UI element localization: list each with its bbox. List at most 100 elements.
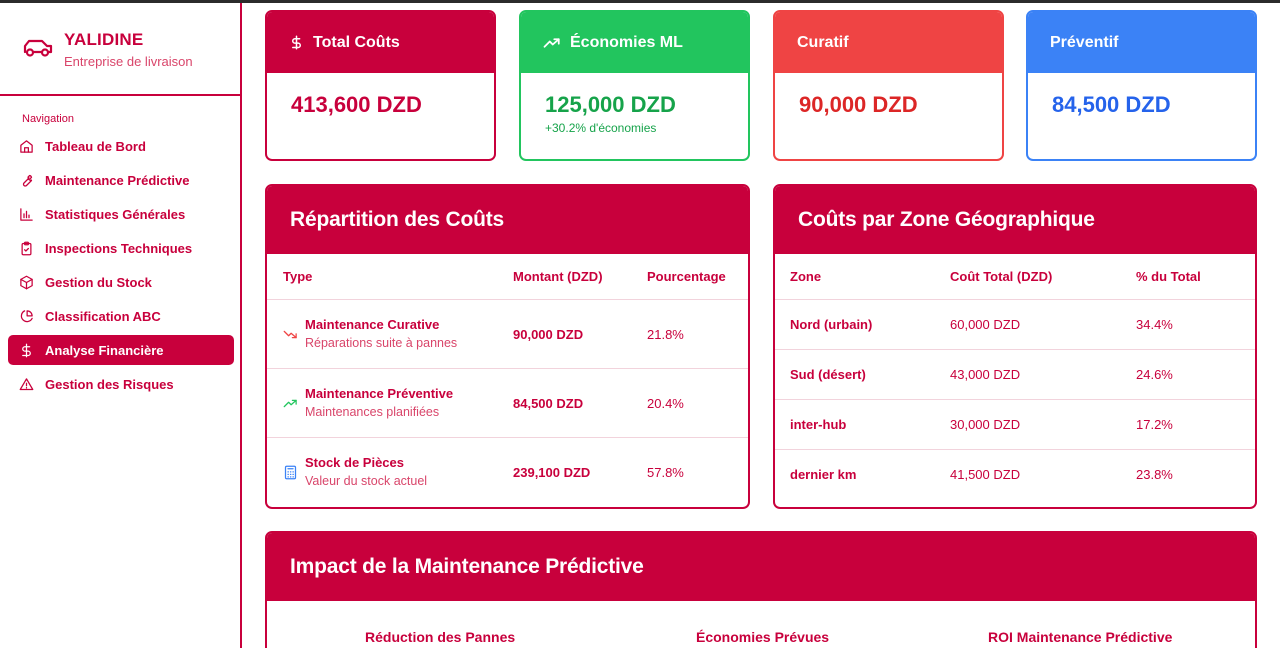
column-header-share: % du Total bbox=[1136, 269, 1201, 284]
calculator-icon bbox=[283, 465, 299, 481]
warning-icon bbox=[18, 376, 34, 392]
zone-cost: 43,000 DZD bbox=[950, 367, 1021, 382]
row-percent: 21.8% bbox=[647, 327, 684, 342]
zone-name: Nord (urbain) bbox=[790, 317, 873, 332]
zone-cost: 30,000 DZD bbox=[950, 417, 1021, 432]
sidebar-item-classification-abc[interactable]: Classification ABC bbox=[8, 301, 234, 331]
sidebar-item-tableau-de-bord[interactable]: Tableau de Bord bbox=[8, 131, 234, 161]
bar-chart-icon bbox=[18, 206, 34, 222]
row-amount: 90,000 DZD bbox=[513, 327, 584, 342]
zone-share: 24.6% bbox=[1136, 367, 1173, 382]
column-header-type: Type bbox=[283, 269, 313, 284]
column-header-cost: Coût Total (DZD) bbox=[950, 269, 1053, 284]
zone-costs-panel: Coûts par Zone Géographique Zone Coût To… bbox=[773, 184, 1257, 509]
kpi-card-preventif: Préventif 84,500 DZD bbox=[1026, 10, 1257, 161]
row-amount: 239,100 DZD bbox=[513, 465, 591, 480]
impact-column-failure-reduction: Réduction des Pannes bbox=[365, 629, 516, 645]
trending-down-icon bbox=[283, 327, 299, 343]
column-header-percent: Pourcentage bbox=[647, 269, 726, 284]
sidebar-item-label: Maintenance Prédictive bbox=[45, 172, 190, 188]
row-percent: 57.8% bbox=[647, 465, 684, 480]
sidebar-item-label: Gestion des Risques bbox=[45, 376, 174, 392]
row-title: Maintenance Curative bbox=[305, 317, 440, 332]
row-subtitle: Réparations suite à pannes bbox=[305, 336, 458, 350]
sidebar-item-maintenance-predictive[interactable]: Maintenance Prédictive bbox=[8, 165, 234, 195]
table-row: Stock de Pièces Valeur du stock actuel 2… bbox=[267, 438, 748, 507]
row-subtitle: Valeur du stock actuel bbox=[305, 474, 428, 488]
truck-icon bbox=[22, 37, 54, 59]
kpi-card-curatif: Curatif 90,000 DZD bbox=[773, 10, 1004, 161]
zone-share: 23.8% bbox=[1136, 467, 1173, 482]
sidebar-item-label: Classification ABC bbox=[45, 308, 161, 324]
zone-cost: 60,000 DZD bbox=[950, 317, 1021, 332]
kpi-value: 413,600 DZD bbox=[291, 92, 422, 117]
kpi-card-header: Curatif bbox=[775, 12, 1002, 73]
kpi-value: 84,500 DZD bbox=[1052, 92, 1171, 117]
table-header: Zone Coût Total (DZD) % du Total bbox=[775, 254, 1255, 300]
sidebar-item-label: Gestion du Stock bbox=[45, 274, 152, 290]
column-header-zone: Zone bbox=[790, 269, 822, 284]
row-percent: 20.4% bbox=[647, 396, 684, 411]
table-row: Maintenance Curative Réparations suite à… bbox=[267, 300, 748, 369]
table-row: inter-hub 30,000 DZD 17.2% bbox=[775, 400, 1255, 450]
table-header: Type Montant (DZD) Pourcentage bbox=[267, 254, 748, 300]
row-subtitle: Maintenances planifiées bbox=[305, 405, 440, 419]
sidebar-item-label: Tableau de Bord bbox=[45, 138, 146, 154]
kpi-title: Économies ML bbox=[570, 33, 683, 51]
kpi-value: 125,000 DZD bbox=[545, 92, 676, 117]
table-row: Sud (désert) 43,000 DZD 24.6% bbox=[775, 350, 1255, 400]
home-icon bbox=[18, 138, 34, 154]
table-row: dernier km 41,500 DZD 23.8% bbox=[775, 450, 1255, 500]
sidebar-item-label: Analyse Financière bbox=[45, 342, 164, 358]
panel-title: Impact de la Maintenance Prédictive bbox=[267, 533, 1255, 601]
zone-share: 17.2% bbox=[1136, 417, 1173, 432]
dollar-icon bbox=[18, 342, 34, 358]
kpi-card-total-couts: Total Coûts 413,600 DZD bbox=[265, 10, 496, 161]
table-row: Nord (urbain) 60,000 DZD 34.4% bbox=[775, 300, 1255, 350]
pie-chart-icon bbox=[18, 308, 34, 324]
brand-subtitle: Entreprise de livraison bbox=[64, 54, 193, 69]
table-row: Maintenance Préventive Maintenances plan… bbox=[267, 369, 748, 438]
zone-name: inter-hub bbox=[790, 417, 847, 432]
sidebar-item-label: Inspections Techniques bbox=[45, 240, 193, 256]
brand-header: YALIDINE Entreprise de livraison bbox=[0, 3, 240, 96]
sidebar-item-label: Statistiques Générales bbox=[45, 206, 186, 222]
kpi-card-header: Économies ML bbox=[521, 12, 748, 73]
predictive-impact-panel: Impact de la Maintenance Prédictive Rédu… bbox=[265, 531, 1257, 648]
sidebar-item-gestion-du-stock[interactable]: Gestion du Stock bbox=[8, 267, 234, 297]
kpi-card-header: Total Coûts bbox=[267, 12, 494, 73]
sidebar-item-gestion-des-risques[interactable]: Gestion des Risques bbox=[8, 369, 234, 399]
kpi-title: Total Coûts bbox=[313, 33, 400, 51]
row-title: Stock de Pièces bbox=[305, 455, 404, 470]
brand-name: YALIDINE bbox=[64, 30, 144, 49]
column-header-amount: Montant (DZD) bbox=[513, 269, 603, 284]
kpi-title: Curatif bbox=[797, 33, 849, 51]
zone-name: Sud (désert) bbox=[790, 367, 866, 382]
zone-cost: 41,500 DZD bbox=[950, 467, 1021, 482]
sidebar-item-statistiques-generales[interactable]: Statistiques Générales bbox=[8, 199, 234, 229]
panel-title: Répartition des Coûts bbox=[267, 186, 748, 254]
wrench-icon bbox=[18, 172, 34, 188]
dollar-icon bbox=[289, 34, 304, 51]
kpi-card-header: Préventif bbox=[1028, 12, 1255, 73]
package-icon bbox=[18, 274, 34, 290]
nav-section-title: Navigation bbox=[22, 113, 74, 125]
nav-list: Tableau de Bord Maintenance Prédictive S… bbox=[8, 131, 234, 403]
sidebar-item-inspections-techniques[interactable]: Inspections Techniques bbox=[8, 233, 234, 263]
impact-column-roi: ROI Maintenance Prédictive bbox=[988, 629, 1173, 645]
panel-title: Coûts par Zone Géographique bbox=[775, 186, 1255, 254]
zone-share: 34.4% bbox=[1136, 317, 1173, 332]
impact-column-expected-savings: Économies Prévues bbox=[696, 629, 830, 645]
clipboard-check-icon bbox=[18, 240, 34, 256]
kpi-card-economies-ml: Économies ML 125,000 DZD +30.2% d'économ… bbox=[519, 10, 750, 161]
row-title: Maintenance Préventive bbox=[305, 386, 454, 401]
trending-up-icon bbox=[283, 396, 299, 412]
sidebar: YALIDINE Entreprise de livraison Navigat… bbox=[0, 3, 242, 648]
trending-up-icon bbox=[543, 36, 561, 50]
kpi-note: +30.2% d'économies bbox=[545, 121, 657, 135]
cost-breakdown-panel: Répartition des Coûts Type Montant (DZD)… bbox=[265, 184, 750, 509]
row-amount: 84,500 DZD bbox=[513, 396, 584, 411]
kpi-title: Préventif bbox=[1050, 33, 1119, 51]
kpi-value: 90,000 DZD bbox=[799, 92, 918, 117]
sidebar-item-analyse-financiere[interactable]: Analyse Financière bbox=[8, 335, 234, 365]
